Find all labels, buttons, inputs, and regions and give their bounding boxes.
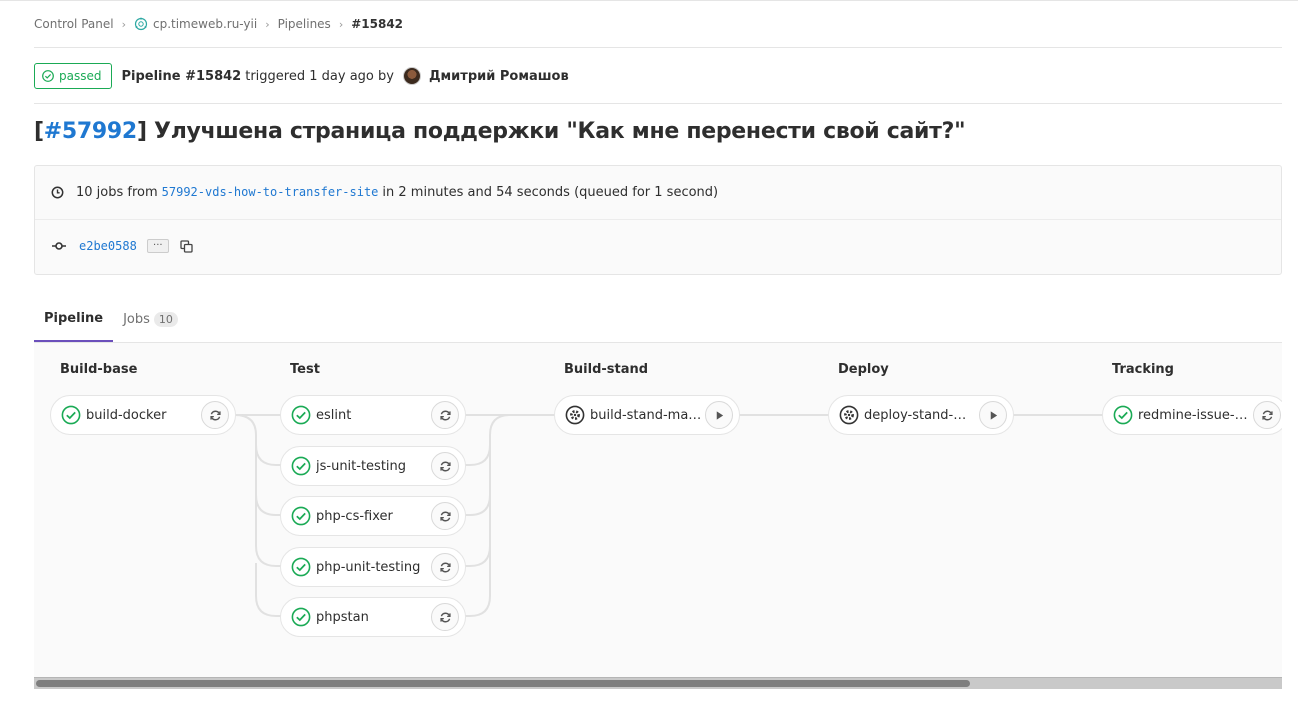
title-bracket: [ <box>34 119 44 144</box>
breadcrumb-pipelines[interactable]: Pipelines <box>278 17 331 31</box>
gear-icon <box>839 405 859 425</box>
pipeline-info-box: 10 jobs from 57992-vds-how-to-transfer-s… <box>34 165 1282 275</box>
stage-title-build-base: Build-base <box>60 362 138 377</box>
pipeline-tabs: Pipeline Jobs 10 <box>34 296 188 342</box>
job-node[interactable]: php-unit-testing <box>280 547 466 587</box>
pipeline-summary: 10 jobs from 57992-vds-how-to-transfer-s… <box>51 184 718 200</box>
jobs-count-text: 10 jobs from <box>76 184 158 200</box>
retry-icon[interactable] <box>431 603 459 631</box>
retry-icon[interactable] <box>431 401 459 429</box>
job-label: build-stand-ma… <box>590 407 702 423</box>
check-circle-icon <box>42 70 54 82</box>
title-text: ] Улучшена страница поддержки "Как мне п… <box>136 119 966 144</box>
page-title: [#57992] Улучшена страница поддержки "Ка… <box>34 119 966 144</box>
retry-icon[interactable] <box>201 401 229 429</box>
job-label: php-unit-testing <box>316 559 421 575</box>
play-icon[interactable] <box>705 401 733 429</box>
job-label: php-cs-fixer <box>316 508 393 524</box>
job-label: redmine-issue-t… <box>1138 407 1250 423</box>
job-node[interactable]: build-stand-ma… <box>554 395 740 435</box>
clock-icon <box>51 186 64 198</box>
pipeline-header: passed Pipeline #15842 triggered 1 day a… <box>34 63 569 89</box>
avatar[interactable] <box>402 67 421 85</box>
branch-link[interactable]: 57992-vds-how-to-transfer-site <box>162 185 379 199</box>
job-label: deploy-stand-m… <box>864 407 976 423</box>
job-node[interactable]: redmine-issue-t… <box>1102 395 1282 435</box>
check-circle-icon <box>291 557 311 577</box>
commit-row: e2be0588 ··· <box>51 237 195 255</box>
expand-commit-button[interactable]: ··· <box>146 239 169 253</box>
job-node[interactable]: php-cs-fixer <box>280 496 466 536</box>
check-circle-icon <box>291 456 311 476</box>
tab-pipeline-label: Pipeline <box>44 310 104 326</box>
job-label: phpstan <box>316 609 369 625</box>
stage-title-test: Test <box>290 362 320 377</box>
check-circle-icon <box>1113 405 1133 425</box>
divider <box>35 219 1281 220</box>
top-border <box>0 0 1298 1</box>
job-node[interactable]: deploy-stand-m… <box>828 395 1014 435</box>
stage-connectors <box>234 414 1103 617</box>
time-ago: 1 day ago <box>309 68 374 84</box>
project-avatar-icon <box>134 17 148 31</box>
retry-icon[interactable] <box>431 452 459 480</box>
duration-text: in 2 minutes and 54 seconds (queued for … <box>382 184 719 200</box>
stage-title-tracking: Tracking <box>1112 362 1174 377</box>
by-text: by <box>378 68 394 84</box>
divider <box>34 47 1282 48</box>
retry-icon[interactable] <box>1253 401 1281 429</box>
horizontal-scrollbar[interactable] <box>34 677 1282 689</box>
job-node[interactable]: build-docker <box>50 395 236 435</box>
job-label: js-unit-testing <box>316 458 407 474</box>
check-circle-icon <box>291 506 311 526</box>
breadcrumb-project-label: cp.timeweb.ru-yii <box>152 17 258 31</box>
issue-link[interactable]: #57992 <box>44 119 137 144</box>
commit-sha-link[interactable]: e2be0588 <box>79 239 137 253</box>
pipeline-name: Pipeline #15842 <box>121 68 242 84</box>
chevron-right-icon: › <box>338 17 344 31</box>
tab-pipeline[interactable]: Pipeline <box>34 296 114 342</box>
check-circle-icon <box>291 607 311 627</box>
triggered-text: triggered <box>245 68 306 84</box>
chevron-right-icon: › <box>265 17 270 31</box>
author-name[interactable]: Дмитрий Ромашов <box>429 69 569 84</box>
stage-title-deploy: Deploy <box>838 362 889 377</box>
pipeline-graph: Build-base build-docker Test eslint js-unit-… <box>34 342 1282 677</box>
retry-icon[interactable] <box>431 553 459 581</box>
copy-icon[interactable] <box>179 238 195 254</box>
job-node[interactable]: phpstan <box>280 597 466 637</box>
gear-icon <box>565 405 585 425</box>
status-label: passed <box>59 69 102 83</box>
job-label: eslint <box>316 407 352 423</box>
job-node[interactable]: eslint <box>280 395 466 435</box>
breadcrumb-current[interactable]: #15842 <box>351 17 403 31</box>
job-label: build-docker <box>86 407 167 423</box>
retry-icon[interactable] <box>431 502 459 530</box>
scrollbar-thumb[interactable] <box>36 680 970 687</box>
divider <box>34 103 1282 104</box>
status-badge[interactable]: passed <box>34 63 113 89</box>
jobs-count-badge: 10 <box>153 311 178 327</box>
play-icon[interactable] <box>979 401 1007 429</box>
commit-icon <box>52 242 66 250</box>
chevron-right-icon: › <box>121 17 126 31</box>
job-node[interactable]: js-unit-testing <box>280 446 466 486</box>
tab-jobs-label: Jobs <box>123 311 150 327</box>
breadcrumb-control-panel[interactable]: Control Panel <box>34 17 114 31</box>
tab-jobs[interactable]: Jobs 10 <box>113 296 188 342</box>
check-circle-icon <box>291 405 311 425</box>
stage-title-build-stand: Build-stand <box>564 362 649 377</box>
breadcrumb: Control Panel › cp.timeweb.ru-yii › Pipe… <box>34 16 403 32</box>
check-circle-icon <box>61 405 81 425</box>
breadcrumb-project[interactable]: cp.timeweb.ru-yii <box>134 17 257 31</box>
